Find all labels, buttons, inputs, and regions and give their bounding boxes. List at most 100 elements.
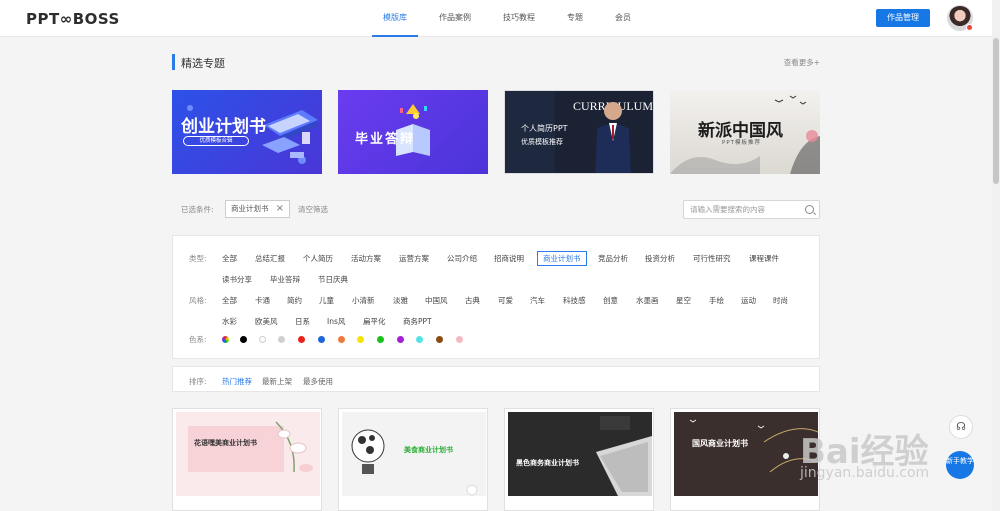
- type-option[interactable]: 招商说明: [494, 253, 524, 264]
- sort-label: 排序:: [189, 377, 207, 386]
- sort-newest[interactable]: 最新上架: [262, 376, 292, 387]
- category-filter-panel: 类型: 全部 总结汇报 个人简历 活动方案 运营方案 公司介绍 招商说明 商业计…: [172, 235, 820, 359]
- clear-filters-link[interactable]: 清空筛选: [298, 204, 328, 215]
- banner-chinese-style[interactable]: 新派中国风 PPT模板推荐: [670, 90, 820, 174]
- sort-hot-recommend[interactable]: 热门推荐: [222, 376, 252, 387]
- color-swatch-multicolor[interactable]: [222, 336, 229, 343]
- nav-template-library[interactable]: 模版库: [372, 0, 418, 37]
- search-placeholder: 请输入需要搜索的内容: [690, 205, 765, 214]
- nav-tips-tutorials[interactable]: 技巧教程: [492, 0, 546, 37]
- view-more-link[interactable]: 查看更多+: [784, 57, 820, 68]
- color-swatch-brown[interactable]: [436, 336, 443, 343]
- style-option[interactable]: 手绘: [709, 295, 724, 306]
- template-card[interactable]: 花语嘿美商业计划书: [172, 408, 322, 511]
- nav-membership[interactable]: 会员: [604, 0, 642, 37]
- type-option[interactable]: 竞品分析: [598, 253, 628, 264]
- color-label: 色系:: [189, 335, 207, 344]
- color-swatch-orange[interactable]: [338, 336, 345, 343]
- template-card[interactable]: 国风商业计划书: [670, 408, 820, 511]
- style-option[interactable]: 中国风: [425, 295, 448, 306]
- type-option[interactable]: 个人简历: [303, 253, 333, 264]
- type-option[interactable]: 课程课件: [749, 253, 779, 264]
- close-icon[interactable]: ×: [276, 201, 284, 217]
- style-option[interactable]: 儿童: [319, 295, 334, 306]
- type-option[interactable]: 可行性研究: [693, 253, 731, 264]
- watermark-url: jingyan.baidu.com: [800, 465, 930, 481]
- main-nav: 模版库 作品案例 技巧教程 专题 会员: [372, 0, 652, 37]
- scrollbar-thumb[interactable]: [993, 38, 999, 184]
- ppt-boss-logo[interactable]: PPT∞BOSS: [26, 10, 120, 28]
- style-option[interactable]: 时尚: [773, 295, 788, 306]
- color-swatch-pink[interactable]: [456, 336, 463, 343]
- laptop-photo: [596, 416, 652, 496]
- search-icon[interactable]: [805, 205, 814, 214]
- style-option[interactable]: 全部: [222, 295, 237, 306]
- featured-section-header: 精选专题 查看更多+: [172, 54, 820, 70]
- template-card[interactable]: 美食商业计划书: [338, 408, 488, 511]
- flower-illustration: [275, 421, 313, 473]
- banner-resume[interactable]: CURRICULUM 个人简历PPT 优质模板推荐: [504, 90, 654, 174]
- style-option[interactable]: 小清新: [352, 295, 375, 306]
- template-thumbnail: 国风商业计划书: [674, 412, 818, 496]
- type-option[interactable]: 投资分析: [645, 253, 675, 264]
- color-swatch-green[interactable]: [377, 336, 384, 343]
- color-swatch-black[interactable]: [240, 336, 247, 343]
- style-option[interactable]: 古典: [465, 295, 480, 306]
- nav-topics[interactable]: 专题: [556, 0, 594, 37]
- type-option[interactable]: 读书分享: [222, 274, 252, 285]
- type-option[interactable]: 总结汇报: [255, 253, 285, 264]
- type-option-selected[interactable]: 商业计划书: [537, 251, 587, 266]
- style-option[interactable]: 汽车: [530, 295, 545, 306]
- template-card-title: 国风商业计划书: [692, 439, 748, 448]
- template-thumbnail: 美食商业计划书: [342, 412, 486, 496]
- banner-startup-plan[interactable]: 创业计划书 优质模板合辑: [172, 90, 322, 174]
- selected-filters-row: 已选条件: 商业计划书 × 清空筛选 请输入需要搜索的内容: [172, 200, 820, 219]
- style-option[interactable]: 扁平化: [363, 316, 386, 327]
- style-option[interactable]: 卡通: [255, 295, 270, 306]
- style-option[interactable]: 日系: [295, 316, 310, 327]
- style-option[interactable]: 商务PPT: [403, 316, 432, 327]
- banner-resume-subtitle: 优质模板推荐: [521, 138, 563, 146]
- style-option[interactable]: 科技感: [563, 295, 586, 306]
- style-option[interactable]: 简约: [287, 295, 302, 306]
- sort-most-used[interactable]: 最多使用: [303, 376, 333, 387]
- style-option[interactable]: 运动: [741, 295, 756, 306]
- style-option[interactable]: Ins风: [327, 316, 345, 327]
- manage-works-button[interactable]: 作品管理: [876, 9, 930, 27]
- sort-bar: 排序: 热门推荐 最新上架 最多使用: [172, 366, 820, 392]
- type-option[interactable]: 全部: [222, 253, 237, 264]
- style-option[interactable]: 淡雅: [393, 295, 408, 306]
- style-option[interactable]: 欧美风: [255, 316, 278, 327]
- color-swatch-gray[interactable]: [278, 336, 285, 343]
- newbie-tutorial-button[interactable]: 新手教学: [946, 451, 974, 479]
- color-swatch-blue[interactable]: [318, 336, 325, 343]
- type-option[interactable]: 活动方案: [351, 253, 381, 264]
- banner-startup-subtitle: 优质模板合辑: [183, 136, 249, 146]
- style-option[interactable]: 星空: [676, 295, 691, 306]
- style-option[interactable]: 创意: [603, 295, 618, 306]
- filter-chip-label: 商业计划书: [231, 204, 269, 213]
- baidu-jingyan-watermark: Bai经验 jingyan.baidu.com: [800, 410, 950, 500]
- banner-graduation-defense[interactable]: 毕业答辩: [338, 90, 488, 174]
- template-card[interactable]: 黑色商务商业计划书: [504, 408, 654, 511]
- style-option[interactable]: 水彩: [222, 316, 237, 327]
- section-accent-bar: [172, 54, 175, 70]
- color-swatch-cyan[interactable]: [416, 336, 423, 343]
- type-option[interactable]: 毕业答辩: [270, 274, 300, 285]
- color-swatch-yellow[interactable]: [357, 336, 364, 343]
- headset-icon[interactable]: ☊: [949, 415, 973, 439]
- template-thumbnail: 花语嘿美商业计划书: [176, 412, 320, 496]
- nav-portfolio-cases[interactable]: 作品案例: [428, 0, 482, 37]
- color-swatch-red[interactable]: [298, 336, 305, 343]
- style-option[interactable]: 水墨画: [636, 295, 659, 306]
- type-option[interactable]: 节日庆典: [318, 274, 348, 285]
- search-input[interactable]: 请输入需要搜索的内容: [683, 200, 820, 219]
- color-swatch-purple[interactable]: [397, 336, 404, 343]
- banner-chinese-subtitle: PPT模板推荐: [722, 140, 761, 146]
- filter-chip-business-plan[interactable]: 商业计划书 ×: [225, 200, 290, 218]
- type-option[interactable]: 运营方案: [399, 253, 429, 264]
- template-card-title: 花语嘿美商业计划书: [194, 439, 257, 447]
- style-option[interactable]: 可爱: [498, 295, 513, 306]
- type-option[interactable]: 公司介绍: [447, 253, 477, 264]
- color-swatch-white[interactable]: [259, 336, 266, 343]
